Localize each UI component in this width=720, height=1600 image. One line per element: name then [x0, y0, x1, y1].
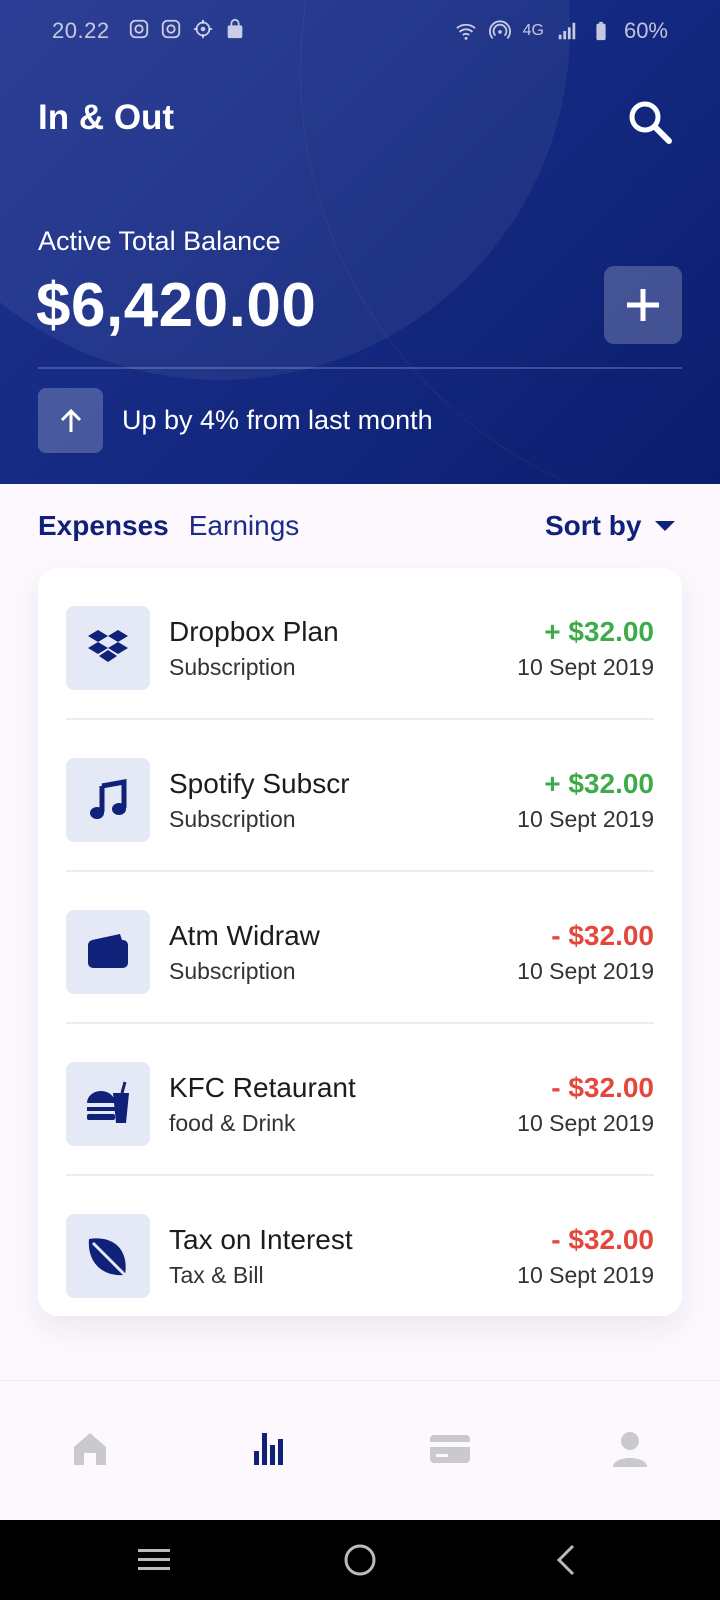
nav-profile[interactable]: [600, 1419, 660, 1479]
transaction-icon-box: [66, 910, 150, 994]
transaction-amount: - $32.00: [551, 1072, 654, 1103]
home-button[interactable]: [340, 1540, 380, 1580]
balance-label: Active Total Balance: [38, 226, 281, 256]
transaction-date: 10 Sept 2019: [517, 958, 654, 984]
back-button[interactable]: [546, 1540, 586, 1580]
transaction-amount: + $32.00: [544, 768, 654, 799]
leaf-icon: [88, 1238, 129, 1279]
transaction-name: Dropbox Plan: [169, 616, 339, 647]
transaction-icon-box: [66, 758, 150, 842]
transaction-icon-box: [66, 606, 150, 690]
transaction-amount: - $32.00: [551, 1224, 654, 1255]
chevron-left-icon: [556, 1544, 575, 1576]
transaction-name: Atm Widraw: [169, 920, 320, 951]
trend-badge: [38, 388, 103, 453]
tab-earnings[interactable]: Earnings: [189, 510, 300, 542]
transaction-row[interactable]: Tax on Interest Tax & Bill - $32.00 10 S…: [66, 1176, 654, 1328]
music-note-icon: [90, 779, 127, 819]
header-divider: [38, 367, 682, 369]
nav-cards[interactable]: [420, 1419, 480, 1479]
transaction-amount: + $32.00: [544, 616, 654, 647]
transaction-date: 10 Sept 2019: [517, 654, 654, 680]
battery-icon: [596, 21, 606, 41]
add-transaction-button[interactable]: [604, 266, 682, 344]
system-navigation-bar: [0, 1520, 720, 1600]
fast-food-icon: [87, 1081, 129, 1123]
menu-lines-icon: [138, 1549, 170, 1570]
app-title: In & Out: [38, 98, 175, 137]
instagram-icon: [129, 19, 149, 39]
recent-apps-button[interactable]: [134, 1540, 174, 1580]
profile-icon: [613, 1432, 647, 1467]
transaction-name: Tax on Interest: [169, 1224, 353, 1255]
status-time: 20.22: [52, 18, 110, 43]
transaction-name: KFC Retaurant: [169, 1072, 356, 1103]
transaction-row[interactable]: Dropbox Plan Subscription + $32.00 10 Se…: [66, 568, 654, 720]
transaction-category: Subscription: [169, 958, 296, 984]
wallet-icon: [88, 934, 128, 968]
sort-by-dropdown[interactable]: Sort by: [545, 510, 676, 542]
transaction-row[interactable]: Spotify Subscr Subscription + $32.00 10 …: [66, 720, 654, 872]
transaction-category: Subscription: [169, 806, 296, 832]
signal-icon: [558, 22, 576, 40]
settings-gear-icon: [193, 19, 213, 39]
plus-icon: [627, 289, 659, 321]
transaction-tabs: Expenses Earnings: [38, 510, 299, 542]
home-icon: [74, 1433, 106, 1465]
dropbox-icon: [88, 630, 128, 662]
transaction-date: 10 Sept 2019: [517, 806, 654, 832]
transaction-icon-box: [66, 1214, 150, 1298]
battery-percentage: 60%: [623, 18, 668, 43]
transaction-date: 10 Sept 2019: [517, 1110, 654, 1136]
instagram-icon: [161, 19, 181, 39]
tab-expenses[interactable]: Expenses: [38, 510, 169, 542]
status-bar: 20.22 4G 60%: [0, 0, 720, 62]
bottom-navigation: [0, 1380, 720, 1521]
sort-by-label: Sort by: [545, 510, 642, 541]
transaction-row[interactable]: Atm Widraw Subscription - $32.00 10 Sept…: [66, 872, 654, 1024]
transaction-category: food & Drink: [169, 1110, 296, 1136]
balance-header: 20.22 4G 60% In & Out Active Total Balan…: [0, 0, 720, 484]
balance-value: $6,420.00: [36, 271, 317, 340]
transaction-name: Spotify Subscr: [169, 768, 350, 799]
bar-chart-icon: [254, 1433, 283, 1465]
circle-home-icon: [344, 1544, 376, 1576]
transaction-category: Tax & Bill: [169, 1262, 264, 1288]
trend-text: Up by 4% from last month: [122, 405, 433, 435]
search-icon[interactable]: [626, 98, 674, 146]
transaction-icon-box: [66, 1062, 150, 1146]
credit-card-icon: [430, 1435, 470, 1463]
nav-statistics[interactable]: [240, 1419, 300, 1479]
caret-down-icon: [655, 521, 676, 531]
shop-bag-icon: [227, 18, 243, 39]
arrow-up-icon: [60, 408, 81, 432]
transaction-category: Subscription: [169, 654, 296, 680]
transaction-date: 10 Sept 2019: [517, 1262, 654, 1288]
transactions-card: Dropbox Plan Subscription + $32.00 10 Se…: [38, 568, 682, 1316]
nav-home[interactable]: [60, 1419, 120, 1479]
transaction-amount: - $32.00: [551, 920, 654, 951]
hotspot-icon: [488, 20, 511, 39]
transaction-row[interactable]: KFC Retaurant food & Drink - $32.00 10 S…: [66, 1024, 654, 1176]
network-type: 4G: [522, 22, 544, 39]
wifi-icon: [455, 23, 476, 40]
